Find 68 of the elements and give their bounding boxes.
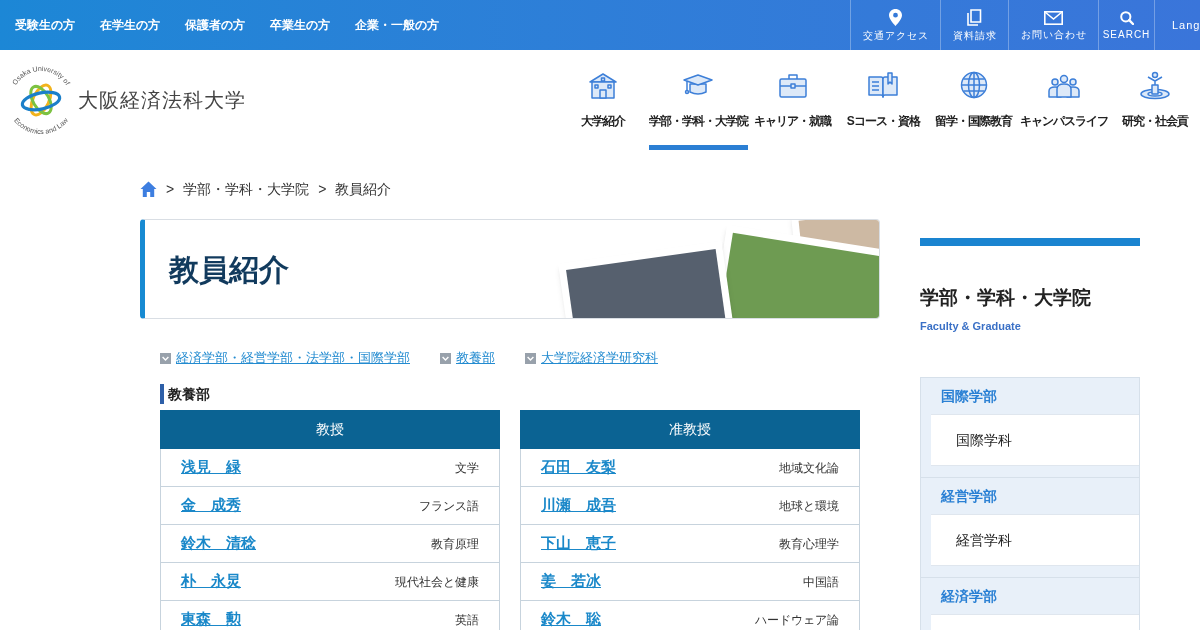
menu-group-link[interactable]: 経営学部 — [921, 478, 1139, 514]
envelope-icon — [1044, 10, 1063, 25]
audience-link[interactable]: 企業・一般の方 — [355, 16, 439, 34]
person-on-pedestal-icon — [1138, 70, 1171, 100]
nav-link[interactable]: 大学紹介 — [558, 50, 649, 150]
nav-link[interactable]: 留学・国際教育 — [928, 50, 1019, 150]
nav-link[interactable]: キャンパスライフ — [1019, 50, 1110, 150]
home-icon[interactable] — [140, 181, 157, 197]
nav-link[interactable]: 学部・学科・大学院 — [648, 50, 748, 150]
faculty-name-link[interactable]: 下山 恵子 — [541, 532, 616, 555]
section-link[interactable]: 教養部 — [456, 350, 495, 366]
search-icon — [1119, 10, 1134, 25]
subject-text: 教育心理学 — [779, 535, 839, 553]
subject-text: 現代社会と健康 — [395, 573, 479, 591]
utility-link[interactable]: お問い合わせ — [1008, 0, 1098, 50]
faculty-name-link[interactable]: 東森 勲 — [181, 608, 241, 630]
building-icon — [587, 70, 620, 100]
subject-text: 教育原理 — [431, 535, 479, 553]
nav-link[interactable]: キャリア・就職 — [747, 50, 838, 150]
table-header: 准教授 — [520, 410, 860, 449]
faculty-name-link[interactable]: 鈴木 清稔 — [181, 532, 256, 555]
subject-text: 英語 — [455, 611, 479, 629]
faculty-name-link[interactable]: 金 成秀 — [181, 494, 241, 517]
subject-text: 地域文化論 — [779, 459, 839, 477]
university-name: 大阪経済法科大学 — [78, 88, 246, 113]
menu-item[interactable]: 国際学科 — [931, 414, 1139, 466]
audience-link[interactable]: 受験生の方 — [15, 16, 75, 34]
chevron-down-icon — [525, 352, 536, 364]
menu-group-link[interactable]: 国際学部 — [921, 378, 1139, 414]
faculty-name-link[interactable]: 川瀬 成吾 — [541, 494, 616, 517]
utility-link[interactable]: 資料請求 — [940, 0, 1008, 50]
utility-link[interactable]: SEARCH — [1098, 0, 1154, 50]
sidebar-title: 学部・学科・大学院 — [920, 288, 1092, 308]
sidebar-subtitle: Faculty & Graduate — [920, 319, 1022, 333]
faculty-name-link[interactable]: 鈴木 聡 — [541, 608, 601, 630]
section-link[interactable]: 経済学部・経営学部・法学部・国際学部 — [176, 350, 410, 366]
faculty-name-link[interactable]: 浅見 緑 — [181, 456, 241, 479]
subject-text: 地球と環境 — [779, 497, 839, 515]
chevron-down-icon — [440, 352, 451, 364]
document-icon — [967, 9, 982, 26]
page-title: 教員紹介 — [169, 251, 289, 288]
logo-emblem-icon — [20, 83, 62, 117]
subject-text: 文学 — [455, 459, 479, 477]
language-link[interactable]: Lang — [1172, 16, 1200, 34]
audience-link[interactable]: 在学生の方 — [100, 16, 160, 34]
breadcrumb-separator: > — [318, 179, 327, 199]
breadcrumb-link[interactable]: 学部・学科・大学院 — [183, 178, 310, 200]
subject-text: フランス語 — [419, 497, 479, 515]
subject-text: 中国語 — [803, 573, 839, 591]
subject-text: ハードウェア論 — [755, 611, 839, 629]
nav-link[interactable]: Sコース・資格 — [838, 50, 929, 150]
section-link[interactable]: 大学院経済学研究科 — [541, 350, 658, 366]
map-pin-icon — [889, 9, 902, 26]
breadcrumb-separator: > — [166, 179, 175, 199]
faculty-name-link[interactable]: 姜 若冰 — [541, 570, 601, 593]
section-heading: 教養部 — [160, 384, 210, 404]
menu-group-link[interactable]: 経済学部 — [921, 578, 1139, 614]
open-book-icon — [867, 70, 900, 100]
chevron-down-icon — [160, 352, 171, 364]
nav-link[interactable]: 研究・社会貢 — [1109, 50, 1200, 150]
faculty-name-link[interactable]: 石田 友梨 — [541, 456, 616, 479]
faculty-name-link[interactable]: 朴 永炅 — [181, 570, 241, 593]
menu-item[interactable]: 経営学科 — [931, 514, 1139, 566]
utility-link[interactable]: 交通アクセス — [850, 0, 940, 50]
table-header: 教授 — [160, 410, 500, 449]
audience-link[interactable]: 保護者の方 — [185, 16, 245, 34]
audience-link[interactable]: 卒業生の方 — [270, 16, 330, 34]
breadcrumb-current: 教員紹介 — [335, 179, 392, 199]
